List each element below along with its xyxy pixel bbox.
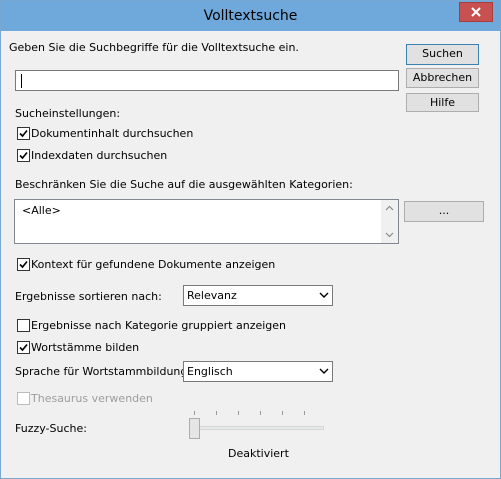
slider-tick (194, 411, 195, 415)
show-context-label: Kontext für gefundene Dokumente anzeigen (31, 258, 276, 271)
help-button[interactable]: Hilfe (406, 93, 479, 112)
fuzzy-status: Deaktiviert (228, 447, 289, 460)
browse-categories-button[interactable]: ... (404, 201, 484, 222)
search-prompt: Geben Sie die Suchbegriffe für die Vollt… (9, 41, 299, 54)
chevron-up-icon (385, 205, 394, 211)
categories-label: Beschränken Sie die Suche auf die ausgew… (15, 178, 353, 191)
close-icon (471, 7, 481, 17)
stemming-language-value: Englisch (187, 365, 233, 378)
chevron-down-icon (319, 292, 329, 298)
window-title: Volltextsuche (203, 8, 298, 24)
sort-label: Ergebnisse sortieren nach: (15, 290, 162, 303)
search-input[interactable] (15, 70, 399, 91)
settings-heading: Sucheinstellungen: (15, 107, 121, 120)
scroll-down-button[interactable] (381, 226, 398, 243)
stemming-language-select[interactable]: Englisch (183, 361, 333, 382)
slider-tick (304, 411, 305, 415)
search-button[interactable]: Suchen (406, 44, 479, 65)
chevron-down-icon (319, 368, 329, 374)
checkmark-icon (19, 260, 28, 269)
close-button[interactable] (459, 2, 493, 22)
scroll-up-button[interactable] (381, 200, 398, 217)
stemming-language-label: Sprache für Wortstammbildung: (15, 365, 192, 378)
search-content-checkbox[interactable] (17, 127, 30, 140)
slider-tick (260, 411, 261, 415)
text-caret (21, 74, 22, 88)
slider-thumb[interactable] (189, 418, 200, 439)
checkmark-icon (19, 129, 28, 138)
slider-tick (282, 411, 283, 415)
search-content-label: Dokumentinhalt durchsuchen (31, 127, 194, 140)
sort-value: Relevanz (187, 289, 237, 302)
show-context-checkbox[interactable] (17, 258, 30, 271)
stemming-checkbox[interactable] (17, 341, 30, 354)
checkmark-icon (19, 343, 28, 352)
search-index-checkbox[interactable] (17, 149, 30, 162)
list-item[interactable]: <Alle> (22, 204, 61, 217)
sort-select[interactable]: Relevanz (183, 285, 333, 306)
categories-list[interactable]: <Alle> (14, 199, 399, 244)
fuzzy-label: Fuzzy-Suche: (15, 422, 87, 435)
thesaurus-checkbox[interactable] (17, 392, 30, 405)
slider-tick (216, 411, 217, 415)
dialog-content: Geben Sie die Suchbegriffe für die Vollt… (8, 31, 493, 471)
thesaurus-label: Thesaurus verwenden (31, 392, 153, 405)
cancel-button[interactable]: Abbrechen (406, 68, 479, 88)
categories-scrollbar[interactable] (381, 200, 398, 243)
stemming-label: Wortstämme bilden (31, 341, 140, 354)
checkmark-icon (19, 151, 28, 160)
group-by-category-checkbox[interactable] (17, 319, 30, 332)
chevron-down-icon (385, 232, 394, 238)
search-index-label: Indexdaten durchsuchen (31, 149, 168, 162)
group-by-category-label: Ergebnisse nach Kategorie gruppiert anze… (31, 319, 287, 332)
search-dialog: Volltextsuche Geben Sie die Suchbegriffe… (0, 0, 501, 479)
title-bar[interactable]: Volltextsuche (1, 1, 500, 31)
slider-track[interactable] (194, 426, 324, 430)
slider-tick (238, 411, 239, 415)
